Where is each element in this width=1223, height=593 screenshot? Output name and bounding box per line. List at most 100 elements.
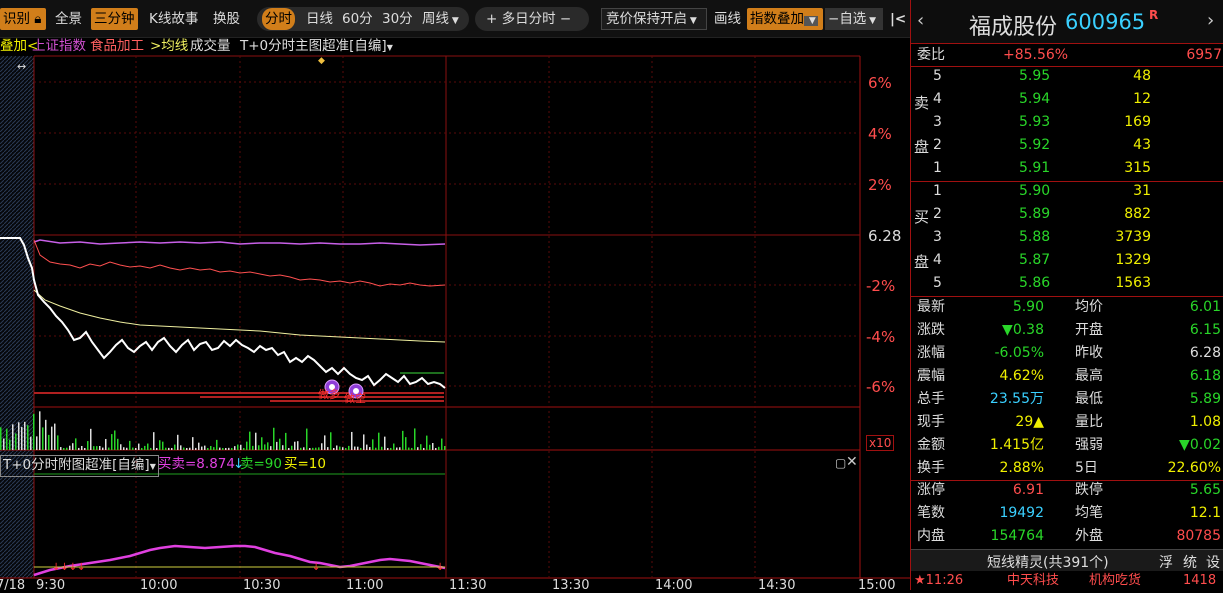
volume-bar: [204, 445, 206, 450]
volume-bar: [333, 447, 335, 450]
bid-volume: 882: [1124, 206, 1151, 222]
fenshi-button[interactable]: 分时: [262, 8, 295, 30]
ask-volume: 43: [1133, 137, 1151, 153]
volume-bar: [429, 444, 431, 450]
bid-level: 2: [933, 206, 942, 222]
prev-stock-icon[interactable]: ‹: [917, 10, 924, 31]
stat-value: 5.90: [1012, 299, 1044, 315]
ask-level-row[interactable]: 4 5.94 12: [911, 88, 1223, 111]
volume-bar: [189, 447, 191, 450]
bid-level-row[interactable]: 5 5.86 1563: [911, 272, 1223, 295]
sprite-item[interactable]: ★11:26 中天科技 机构吃货 1418: [911, 571, 1223, 590]
next-stock-icon[interactable]: ›: [1207, 10, 1214, 31]
volume-bar: [258, 445, 260, 450]
day-button[interactable]: 日线: [303, 8, 336, 30]
sprite-title[interactable]: 短线精灵(共391个): [987, 552, 1109, 572]
weicha-value: 6957: [1186, 47, 1222, 63]
ask-level-row[interactable]: 3 5.93 169: [911, 111, 1223, 134]
ask-level-row[interactable]: 5 5.95 48: [911, 65, 1223, 88]
sprite-settings-tab[interactable]: 设: [1206, 552, 1220, 572]
lock-icon: 🔒︎: [34, 11, 42, 27]
volume-bar: [381, 446, 383, 450]
volume-bar: [150, 447, 152, 450]
volume-bar: [405, 437, 407, 450]
volume-bar: [261, 437, 263, 450]
close-icon[interactable]: ✕: [846, 454, 858, 470]
volume-bar: [393, 443, 395, 450]
bid-level-row[interactable]: 4 5.87 1329: [911, 249, 1223, 272]
sprite-time: ★11:26: [914, 573, 964, 588]
index-overlay-label: 指数叠加: [750, 11, 804, 27]
volume-bar: [132, 447, 134, 450]
volume-scale-badge[interactable]: x10: [866, 435, 895, 451]
auction-select[interactable]: 竞价保持开启 ▼: [601, 8, 707, 30]
multi-day-button[interactable]: + 多日分时 −: [483, 8, 574, 30]
volume-bar: [324, 435, 326, 450]
sprite-float-tab[interactable]: 浮: [1159, 552, 1173, 572]
volume-label[interactable]: 成交量: [190, 38, 231, 55]
volume-bar: [63, 447, 65, 450]
kline-story-button[interactable]: K线故事: [146, 8, 201, 30]
avg-line-label[interactable]: >均线: [150, 38, 188, 55]
resize-arrows-icon[interactable]: ↔: [17, 60, 26, 73]
svg-text:↓↓↓↓: ↓↓↓↓: [52, 562, 86, 573]
volume-bar: [252, 445, 254, 450]
ask-volume: 315: [1124, 160, 1151, 176]
volume-bar: [294, 441, 296, 450]
volume-bar: [231, 447, 233, 450]
volume-bar: [108, 447, 110, 450]
price-line: [0, 237, 446, 389]
recognize-button[interactable]: 识别 🔒︎: [0, 8, 46, 30]
stat-label: 昨收: [1075, 345, 1103, 361]
fullview-button[interactable]: 全景: [52, 8, 85, 30]
index-overlay-button[interactable]: 指数叠加 ▼: [747, 8, 823, 30]
volume-bar: [51, 426, 53, 450]
three-min-button[interactable]: 三分钟: [91, 8, 138, 30]
stat-label: 涨跌: [917, 322, 945, 338]
min30-button[interactable]: 30分: [379, 8, 416, 30]
intraday-chart[interactable]: 做多 做空 ◆ ↔ ↓↓↓↓ ↓ ↓ 6% 4% 2% 6.28 -2% -4%…: [0, 55, 910, 593]
sub-indicator-select[interactable]: T+0分时附图超准[自编]▼: [0, 455, 159, 477]
ask-level-row[interactable]: 1 5.91 315: [911, 157, 1223, 180]
collapse-button[interactable]: |<: [887, 8, 907, 30]
ask-volume: 12: [1133, 91, 1151, 107]
sprite-stock: 中天科技: [1007, 573, 1060, 588]
stat-value: 6.28: [1189, 345, 1221, 361]
stat-value: 2.88%: [999, 460, 1044, 476]
volume-bar: [177, 434, 179, 450]
ask-volume: 169: [1124, 114, 1151, 130]
auction-label: 竞价保持开启: [606, 11, 687, 27]
food-sector-label[interactable]: 食品加工: [90, 38, 144, 55]
stat-label: 强弱: [1075, 437, 1103, 453]
stat-label: 量比: [1075, 414, 1103, 430]
volume-bar: [84, 447, 86, 450]
volume-bar: [255, 432, 257, 450]
switch-stock-button[interactable]: 换股: [210, 8, 243, 30]
diamond-marker-icon: ◆: [318, 56, 325, 66]
maximize-icon[interactable]: ▢: [835, 456, 846, 470]
sprite-stats-tab[interactable]: 统: [1183, 552, 1197, 572]
dropdown-arrow-icon: ▼: [687, 16, 697, 26]
volume-bar: [249, 431, 251, 450]
volume-bar: [312, 447, 314, 450]
volume-bar: [90, 428, 92, 450]
shanghai-index-label[interactable]: 上证指数: [32, 38, 86, 55]
main-indicator-select[interactable]: T+0分时主图超准[自编]▼: [240, 38, 393, 56]
bid-level-row[interactable]: 3 5.88 3739: [911, 226, 1223, 249]
watchlist-button[interactable]: −自选 ▼: [825, 8, 883, 30]
ask-level: 5: [933, 68, 942, 84]
ask-level-row[interactable]: 2 5.92 43: [911, 134, 1223, 157]
volume-bar: [159, 440, 161, 450]
week-button[interactable]: 周线 ▼: [419, 8, 462, 30]
axis-label-minus4: -4%: [866, 328, 896, 346]
dropdown-arrow-icon: ▼: [866, 16, 877, 26]
bid-level-row[interactable]: 2 5.89 882: [911, 203, 1223, 226]
min60-button[interactable]: 60分: [339, 8, 376, 30]
volume-bar: [318, 447, 320, 450]
volume-bar: [360, 447, 362, 450]
bid-level-row[interactable]: 1 5.90 31: [911, 180, 1223, 203]
stat-label: 均价: [1075, 299, 1103, 315]
volume-bar: [375, 447, 377, 450]
stat-label: 金额: [917, 437, 945, 453]
draw-line-button[interactable]: 画线: [711, 8, 744, 30]
